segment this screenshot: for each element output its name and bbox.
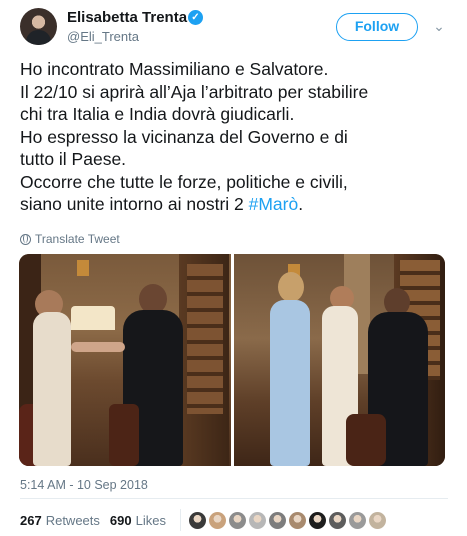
likes-count: 690 <box>109 512 132 528</box>
tweet-line: Occorre che tutte le forze, politiche e … <box>20 171 348 192</box>
retweets-count: 267 <box>20 512 42 528</box>
retweets-label: Retweets <box>45 512 100 528</box>
liker-avatar[interactable] <box>248 511 266 529</box>
verified-badge-icon: ✓ <box>188 10 203 25</box>
liker-avatars <box>188 511 386 529</box>
liker-avatar[interactable] <box>228 511 246 529</box>
tweet-text: Ho incontrato Massimiliano e Salvatore. … <box>20 58 450 216</box>
tweet-header: Elisabetta Trenta ✓ @Eli_Trenta Follow ⌄ <box>20 8 450 48</box>
tweet-line-text: siano unite intorno ai nostri 2 <box>20 194 249 214</box>
follow-button[interactable]: Follow <box>336 13 418 41</box>
liker-avatar[interactable] <box>368 511 386 529</box>
liker-avatar[interactable] <box>288 511 306 529</box>
likes-label: Likes <box>135 512 166 528</box>
tweet-line: Il 22/10 si aprirà all’Aja l’arbitrato p… <box>20 81 369 102</box>
chevron-down-icon[interactable]: ⌄ <box>430 17 448 35</box>
likes-stat[interactable]: 690 Likes <box>110 513 166 528</box>
translate-label: Translate Tweet <box>35 232 120 246</box>
tweet-line: tutto il Paese. <box>20 149 127 169</box>
stats-divider <box>179 509 181 531</box>
liker-avatar[interactable] <box>208 511 226 529</box>
display-name[interactable]: Elisabetta Trenta <box>67 9 187 26</box>
translate-tweet-link[interactable]: Translate Tweet <box>20 232 120 246</box>
tweet-line: chi tra Italia e India dovrà giudicarli. <box>20 104 295 124</box>
tweet-line: Ho incontrato Massimiliano e Salvatore. <box>20 59 329 79</box>
liker-avatar[interactable] <box>188 511 206 529</box>
user-handle[interactable]: @Eli_Trenta <box>67 29 139 44</box>
liker-avatar[interactable] <box>268 511 286 529</box>
tweet-stats: 267 Retweets 690 Likes <box>20 509 386 531</box>
divider <box>20 498 448 499</box>
tweet-line: Ho espresso la vicinanza del Governo e d… <box>20 126 348 147</box>
liker-avatar[interactable] <box>308 511 326 529</box>
tweet-line-last: siano unite intorno ai nostri 2 #Marò. <box>20 193 450 216</box>
tweet-photo[interactable] <box>233 254 445 466</box>
globe-icon <box>20 233 31 245</box>
tweet-line-end: . <box>298 194 304 214</box>
timestamp[interactable]: 5:14 AM - 10 Sep 2018 <box>20 478 148 492</box>
liker-avatar[interactable] <box>348 511 366 529</box>
retweets-stat[interactable]: 267 Retweets <box>20 513 100 528</box>
avatar[interactable] <box>20 8 57 45</box>
hashtag-link[interactable]: #Marò <box>249 194 299 214</box>
tweet-photo[interactable] <box>19 254 231 466</box>
liker-avatar[interactable] <box>328 511 346 529</box>
tweet-photos <box>19 254 445 466</box>
